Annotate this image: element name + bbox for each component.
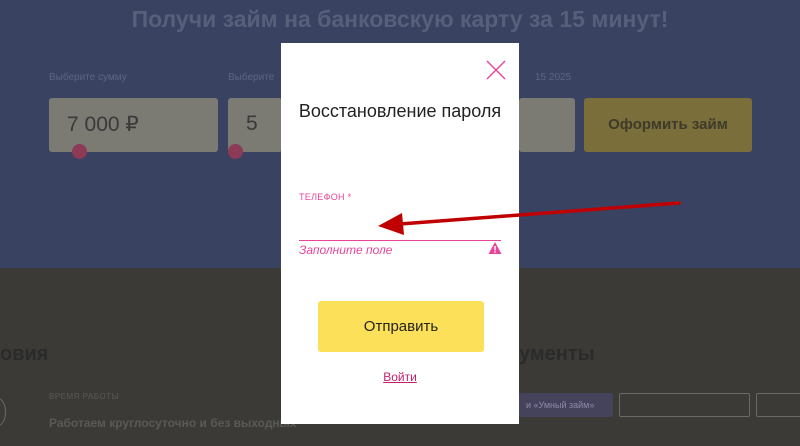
date-label: 15 2025	[535, 72, 572, 83]
amount-label: Выберите сумму	[49, 72, 127, 83]
conditions-heading: овия	[0, 343, 49, 365]
close-icon[interactable]	[484, 58, 508, 82]
amount-value: 7 000 ₽	[67, 113, 139, 136]
work-time-text: Работаем круглосуточно и без выходных	[49, 416, 297, 430]
phone-label: ТЕЛЕФОН *	[299, 192, 352, 202]
documents-heading: ументы	[519, 343, 595, 365]
document-chip[interactable]: и «Умный займ»	[519, 393, 613, 417]
modal-title: Восстановление пароля	[298, 101, 502, 121]
warning-icon	[488, 242, 502, 254]
term-slider-handle[interactable]	[228, 144, 243, 159]
hero-title: Получи займ на банковскую карту за 15 ми…	[131, 6, 669, 32]
amount-slider-handle[interactable]	[72, 144, 87, 159]
term-label: Выберите	[228, 72, 275, 83]
password-recovery-modal: Восстановление пароля ТЕЛЕФОН * Заполнит…	[281, 43, 519, 424]
phone-input[interactable]	[299, 205, 501, 241]
submit-button[interactable]: Отправить	[318, 301, 484, 352]
document-chip[interactable]	[756, 393, 800, 417]
apply-button[interactable]: Оформить займ	[584, 98, 752, 152]
work-time-label: ВРЕМЯ РАБОТЫ	[49, 392, 120, 401]
login-link[interactable]: Войти	[281, 370, 519, 384]
phone-error-message: Заполните поле	[299, 243, 393, 257]
amount-field[interactable]: 7 000 ₽	[49, 98, 218, 152]
term-value: 5	[246, 112, 258, 135]
document-chip[interactable]	[619, 393, 750, 417]
date-field	[519, 98, 575, 152]
